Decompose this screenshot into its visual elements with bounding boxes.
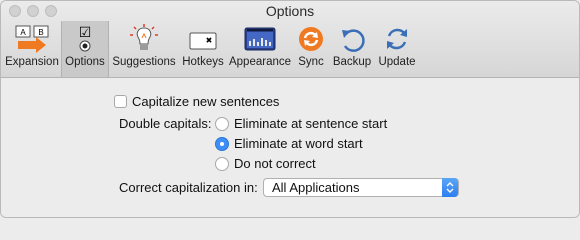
radio-label-eliminate-sentence-start[interactable]: Eliminate at sentence start bbox=[234, 116, 387, 131]
update-icon bbox=[387, 28, 407, 50]
backup-icon bbox=[342, 29, 365, 52]
chevron-updown-icon bbox=[442, 178, 458, 197]
hotkey-glyph: ✖ bbox=[206, 36, 213, 45]
tab-backup[interactable]: Backup bbox=[329, 21, 375, 77]
tab-update[interactable]: Update bbox=[375, 21, 419, 77]
tab-hotkeys[interactable]: ✖ Hotkeys bbox=[179, 21, 227, 77]
tab-expansion[interactable]: A B Expansion bbox=[3, 21, 61, 77]
correct-capitalization-popup[interactable]: All Applications bbox=[263, 178, 459, 197]
options-check-glyph: ☑ bbox=[79, 25, 92, 41]
tab-label-hotkeys: Hotkeys bbox=[182, 56, 224, 68]
window-title: Options bbox=[265, 3, 315, 19]
tab-label-update: Update bbox=[378, 56, 416, 68]
options-pane: Capitalize new sentences Double capitals… bbox=[1, 78, 579, 217]
options-window: Options A B Expansion ☑ Options Suggesti… bbox=[0, 0, 580, 218]
correct-capitalization-label: Correct capitalization in: bbox=[119, 180, 258, 195]
tab-label-suggestions: Suggestions bbox=[112, 56, 176, 68]
titlebar: Options A B Expansion ☑ Options Suggesti… bbox=[1, 1, 579, 78]
radio-eliminate-word-start[interactable] bbox=[215, 137, 229, 151]
capitalize-new-sentences-checkbox[interactable] bbox=[114, 95, 127, 108]
tab-label-sync: Sync bbox=[298, 56, 324, 68]
sync-icon bbox=[299, 27, 323, 51]
tab-label-expansion: Expansion bbox=[5, 56, 59, 68]
expansion-icon: A B bbox=[15, 25, 49, 53]
tab-suggestions[interactable]: Suggestions bbox=[109, 21, 179, 77]
options-icon: ☑ bbox=[79, 25, 92, 52]
lightbulb-icon bbox=[130, 24, 158, 50]
capitalize-new-sentences-label[interactable]: Capitalize new sentences bbox=[132, 94, 279, 109]
expansion-key-b: B bbox=[38, 28, 43, 37]
tab-appearance[interactable]: Appearance bbox=[227, 21, 293, 77]
double-capitals-label: Double capitals: bbox=[119, 116, 212, 131]
appearance-icon bbox=[244, 27, 276, 51]
tab-sync[interactable]: Sync bbox=[293, 21, 329, 77]
radio-label-eliminate-word-start[interactable]: Eliminate at word start bbox=[234, 136, 363, 151]
radio-label-do-not-correct[interactable]: Do not correct bbox=[234, 156, 316, 171]
tab-label-appearance: Appearance bbox=[228, 56, 292, 68]
hotkey-icon: ✖ bbox=[189, 32, 217, 50]
radio-eliminate-sentence-start[interactable] bbox=[215, 117, 229, 131]
tab-options[interactable]: ☑ Options bbox=[61, 21, 109, 77]
popup-value: All Applications bbox=[272, 180, 360, 195]
tab-label-backup: Backup bbox=[332, 56, 372, 68]
tab-label-options: Options bbox=[65, 56, 105, 68]
radio-do-not-correct[interactable] bbox=[215, 157, 229, 171]
expansion-key-a: A bbox=[20, 28, 26, 37]
